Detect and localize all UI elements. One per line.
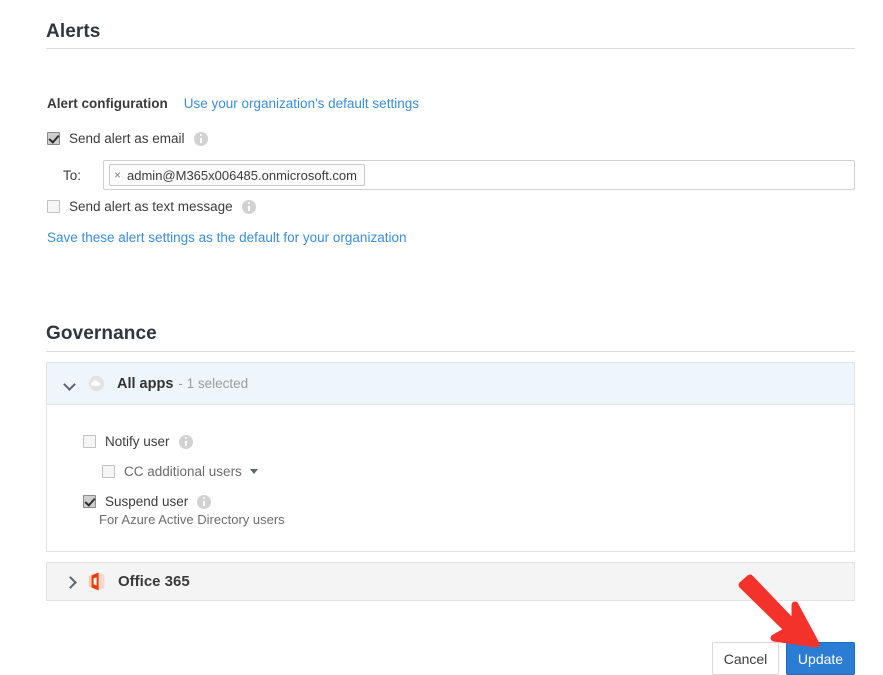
notify-user-label: Notify user [105,434,170,449]
notify-user-row: Notify user [83,434,193,449]
page-title: Alerts [46,21,101,42]
info-icon[interactable] [178,434,193,449]
settings-page: Alerts Alert configuration Use your orga… [0,0,883,675]
cc-additional-users-checkbox[interactable] [102,465,115,478]
recipient-email-input[interactable]: × admin@M365x006485.onmicrosoft.com [103,160,855,190]
recipient-token-label: admin@M365x006485.onmicrosoft.com [127,167,357,183]
alert-configuration-label: Alert configuration [47,96,168,111]
chevron-right-icon[interactable] [63,575,77,589]
alerts-divider [46,48,855,49]
save-alert-settings-default-link[interactable]: Save these alert settings as the default… [47,230,406,245]
governance-title: Governance [46,323,157,344]
cc-additional-users-row: CC additional users [102,464,258,479]
remove-recipient-icon[interactable]: × [114,169,121,181]
use-org-default-settings-link[interactable]: Use your organization's default settings [184,96,419,111]
office365-panel: Office 365 [46,562,855,601]
info-icon[interactable] [193,131,208,146]
send-alert-as-email-checkbox[interactable] [47,132,60,145]
notify-user-checkbox[interactable] [83,435,96,448]
all-apps-title: All apps [117,375,174,392]
info-icon[interactable] [241,199,256,214]
send-alert-as-email-row: Send alert as email [47,131,208,146]
recipient-to-label: To: [63,168,82,183]
all-apps-selected-count: - 1 selected [178,376,249,391]
send-alert-as-text-checkbox[interactable] [47,200,60,213]
recipient-token[interactable]: × admin@M365x006485.onmicrosoft.com [109,164,365,186]
office365-title: Office 365 [118,573,190,590]
info-icon[interactable] [197,494,212,509]
cancel-button[interactable]: Cancel [712,642,779,675]
suspend-user-checkbox[interactable] [83,495,96,508]
chevron-down-icon[interactable] [63,377,77,391]
send-alert-as-text-label: Send alert as text message [69,199,233,214]
office365-header[interactable]: Office 365 [47,563,854,600]
suspend-user-note: For Azure Active Directory users [99,512,285,527]
cc-additional-users-label: CC additional users [124,464,242,479]
alert-configuration-row: Alert configuration Use your organizatio… [47,96,419,111]
update-button[interactable]: Update [786,642,855,675]
chevron-down-icon[interactable] [249,469,258,474]
governance-divider [46,351,855,352]
suspend-user-label: Suspend user [105,494,189,509]
all-apps-header[interactable]: All apps - 1 selected [47,363,854,405]
office365-icon [88,572,105,591]
cloud-icon [88,375,105,392]
suspend-user-row: Suspend user [83,494,212,509]
send-alert-as-text-row: Send alert as text message [47,199,256,214]
send-alert-as-email-label: Send alert as email [69,131,185,146]
